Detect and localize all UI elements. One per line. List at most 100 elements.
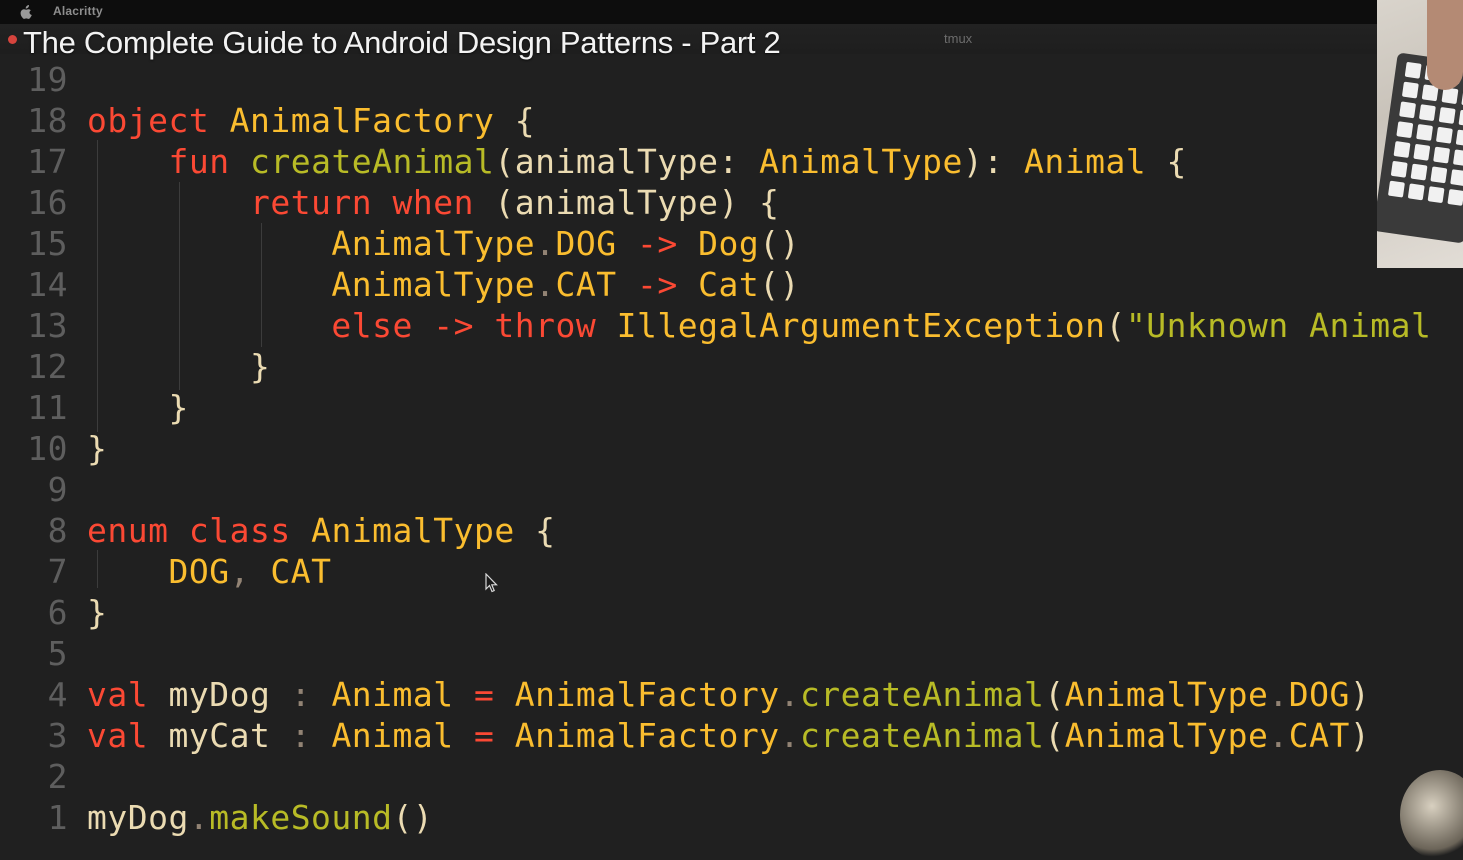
code-token: ( (1044, 675, 1065, 714)
line-number: 12 (27, 347, 68, 386)
code-token: ) (1349, 675, 1371, 714)
code-token: AnimalFactory (229, 101, 495, 140)
code-token: fun (168, 142, 230, 181)
code-line[interactable]: 5 (0, 633, 1463, 674)
code-token: AnimalType (759, 142, 963, 181)
code-token: . (1268, 716, 1289, 755)
code-token: () (759, 265, 800, 304)
code-text: } (87, 346, 270, 387)
line-number: 1 (47, 798, 68, 837)
code-token: Animal (331, 675, 454, 714)
code-token: makeSound (209, 798, 393, 837)
apple-logo-icon[interactable] (20, 5, 33, 19)
code-token: ( (1105, 306, 1126, 345)
code-token: -> (433, 306, 475, 345)
line-number: 17 (27, 142, 68, 181)
hand-image (1427, 0, 1463, 90)
code-text: AnimalType.CAT -> Cat() (87, 264, 800, 305)
code-token: -> (636, 265, 678, 304)
code-line[interactable]: 3 val myCat : Animal = AnimalFactory.crea… (0, 715, 1463, 756)
code-line[interactable]: 1 myDog.makeSound() (0, 797, 1463, 838)
code-token: DOG (1288, 675, 1350, 714)
code-editor[interactable]: 19 18 object AnimalFactory {17 fun createA… (0, 58, 1463, 846)
code-line[interactable]: 10} (0, 428, 1463, 469)
code-line[interactable]: 18 object AnimalFactory { (0, 100, 1463, 141)
code-line[interactable]: 12 } (0, 346, 1463, 387)
code-token: ) (1349, 716, 1371, 755)
code-text: myDog.makeSound() (87, 797, 433, 838)
code-text: object AnimalFactory { (87, 100, 535, 141)
code-token: AnimalType (311, 511, 515, 550)
code-line[interactable]: 17 fun createAnimal(animalType: AnimalTy… (0, 141, 1463, 182)
webcam-overlay (1377, 0, 1463, 268)
code-text: else -> throw IllegalArgumentException("… (87, 305, 1431, 346)
code-token: (animalType) { (474, 183, 780, 222)
line-number: 15 (27, 224, 68, 263)
code-line[interactable]: 11 } (0, 387, 1463, 428)
code-token: else (331, 306, 413, 345)
code-token: AnimalFactory (514, 675, 780, 714)
code-line[interactable]: 14 AnimalType.CAT -> Cat() (0, 264, 1463, 305)
code-token: (animalType: (494, 142, 760, 181)
line-number: 4 (47, 675, 68, 714)
recording-indicator (8, 35, 17, 44)
code-token: throw (494, 306, 597, 345)
code-token: myDog (148, 675, 291, 714)
code-line[interactable]: 2 (0, 756, 1463, 797)
code-token: myCat (148, 716, 291, 755)
code-token: val (87, 716, 149, 755)
app-name[interactable]: Alacritty (53, 4, 103, 18)
code-token: : (290, 675, 312, 714)
code-text: enum class AnimalType { (87, 510, 556, 551)
code-token: AnimalType (1064, 716, 1269, 755)
line-number: 5 (47, 634, 68, 673)
mouse-pointer-icon (485, 573, 498, 593)
code-line[interactable]: 7 DOG, CAT (0, 551, 1463, 592)
code-line[interactable]: 8 enum class AnimalType { (0, 510, 1463, 551)
line-number: 19 (27, 60, 68, 99)
code-token: . (535, 224, 556, 263)
code-token: myDog (87, 798, 189, 837)
code-token: AnimalType (1064, 675, 1269, 714)
code-line[interactable]: 19 (0, 59, 1463, 100)
line-number: 18 (27, 101, 68, 140)
code-token: ): (962, 142, 1024, 181)
code-token: Animal (331, 716, 454, 755)
code-token: AnimalType (331, 224, 536, 263)
code-line[interactable]: 16 return when (animalType) { (0, 182, 1463, 223)
code-token: , (229, 552, 250, 591)
code-token: AnimalFactory (514, 716, 780, 755)
line-number: 2 (47, 757, 68, 796)
code-token: { (514, 511, 556, 550)
code-token: } (87, 593, 108, 632)
line-number: 14 (27, 265, 68, 304)
code-line[interactable]: 6} (0, 592, 1463, 633)
code-token: val (87, 675, 149, 714)
code-token: . (535, 265, 556, 304)
code-token: CAT (270, 552, 332, 591)
code-text: } (87, 387, 189, 428)
line-number: 10 (27, 429, 68, 468)
tmux-tab-label[interactable]: tmux (944, 31, 972, 46)
line-number: 11 (27, 388, 68, 427)
code-line[interactable]: 9 (0, 469, 1463, 510)
code-line[interactable]: 15 AnimalType.DOG -> Dog() (0, 223, 1463, 264)
code-line[interactable]: 4 val myDog : Animal = AnimalFactory.crea… (0, 674, 1463, 715)
code-line[interactable]: 13 else -> throw IllegalArgumentExceptio… (0, 305, 1463, 346)
